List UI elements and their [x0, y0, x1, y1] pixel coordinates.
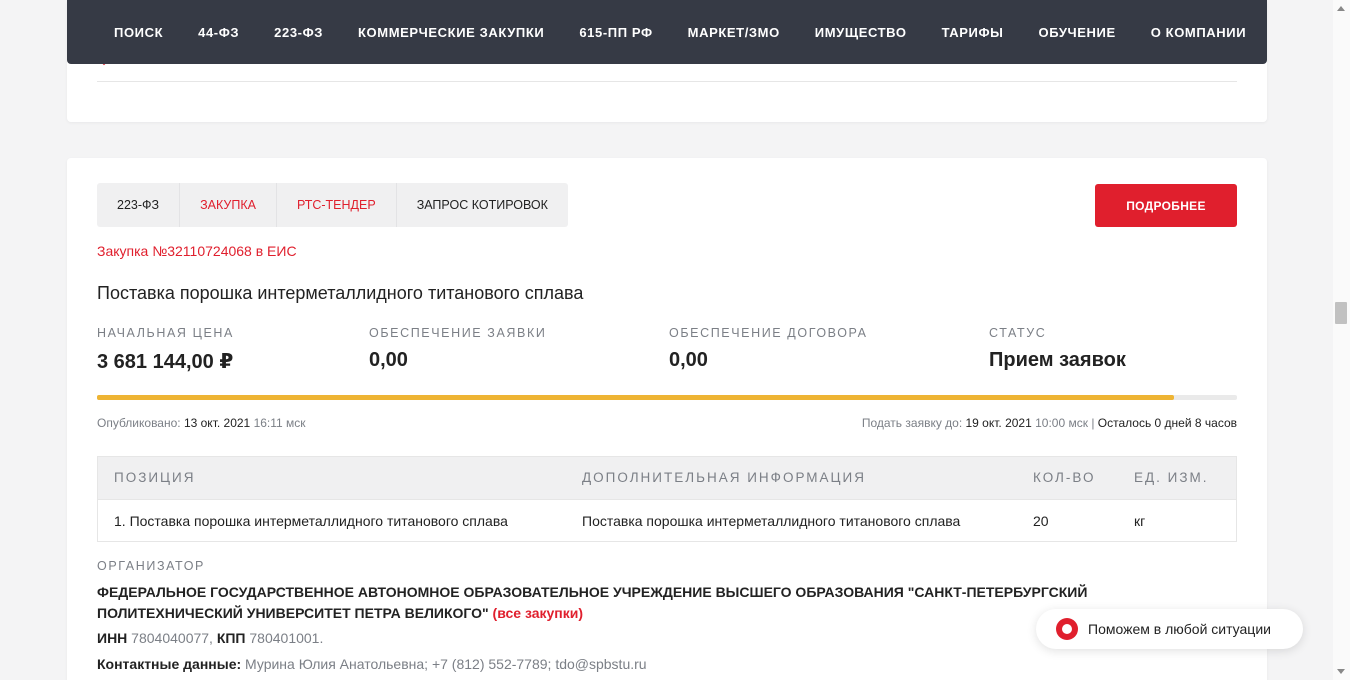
contacts-value: Мурина Юлия Анатольевна; +7 (812) 552-77…	[241, 656, 647, 672]
cell-additional-info: Поставка порошка интерметаллидного титан…	[582, 513, 961, 529]
divider	[97, 81, 1237, 82]
organizer-label: ОРГАНИЗАТОР	[97, 559, 205, 573]
nav-item-training[interactable]: ОБУЧЕНИЕ	[1039, 25, 1116, 40]
kpp-value: 780401001.	[245, 630, 324, 646]
published-time: 16:11 мск	[250, 416, 306, 430]
nav-item-44fz[interactable]: 44-ФЗ	[198, 25, 239, 40]
tag-platform[interactable]: РТС-ТЕНДЕР	[277, 183, 397, 227]
time-remaining: Осталось 0 дней 8 часов	[1097, 416, 1237, 430]
col-additional-info: ДОПОЛНИТЕЛЬНАЯ ИНФОРМАЦИЯ	[582, 470, 866, 485]
metric-label: НАЧАЛЬНАЯ ЦЕНА	[97, 326, 234, 340]
status-value: Прием заявок	[989, 349, 1126, 371]
cell-unit: кг	[1134, 513, 1146, 529]
tender-tags: 223-ФЗ ЗАКУПКА РТС-ТЕНДЕР ЗАПРОС КОТИРОВ…	[97, 183, 568, 227]
metric-value: 0,00	[669, 349, 708, 371]
tag-law[interactable]: 223-ФЗ	[97, 183, 181, 227]
deadline-progress-bar	[97, 395, 1237, 400]
organizer-requisites: ИНН 7804040077, КПП 780401001.	[97, 630, 323, 646]
published-info: Опубликовано: 13 окт. 2021 16:11 мск	[97, 416, 306, 430]
positions-table: ПОЗИЦИЯ ДОПОЛНИТЕЛЬНАЯ ИНФОРМАЦИЯ КОЛ-ВО…	[97, 456, 1237, 542]
inn-label: ИНН	[97, 630, 128, 646]
nav-item-search[interactable]: ПОИСК	[114, 25, 163, 40]
cell-quantity: 20	[1033, 513, 1049, 529]
details-button[interactable]: ПОДРОБНЕЕ	[1095, 184, 1237, 227]
organizer-contacts: Контактные данные: Мурина Юлия Анатольев…	[97, 656, 647, 672]
eis-link[interactable]: Закупка №32110724068 в ЕИС	[97, 243, 297, 259]
metric-value: 0,00	[369, 349, 408, 371]
deadline-label: Подать заявку до:	[861, 416, 966, 430]
tender-title[interactable]: Поставка порошка интерметаллидного титан…	[97, 283, 583, 304]
nav-item-tariffs[interactable]: ТАРИФЫ	[942, 25, 1004, 40]
organizer-name: ФЕДЕРАЛЬНОЕ ГОСУДАРСТВЕННОЕ АВТОНОМНОЕ О…	[97, 582, 1197, 624]
nav-item-property[interactable]: ИМУЩЕСТВО	[815, 25, 907, 40]
deadline-info: Подать заявку до: 19 окт. 2021 10:00 мск…	[862, 416, 1237, 430]
main-navbar: ПОИСК 44-ФЗ 223-ФЗ КОММЕРЧЕСКИЕ ЗАКУПКИ …	[67, 0, 1267, 64]
deadline-date: 19 окт. 2021	[965, 416, 1032, 430]
nav-item-commercial[interactable]: КОММЕРЧЕСКИЕ ЗАКУПКИ	[358, 25, 544, 40]
tag-method[interactable]: ЗАПРОС КОТИРОВОК	[397, 183, 568, 227]
inn-value: 7804040077,	[127, 630, 217, 646]
scroll-down-arrow-icon[interactable]	[1337, 669, 1345, 674]
contacts-label: Контактные данные:	[97, 656, 242, 672]
metric-start-price: НАЧАЛЬНАЯ ЦЕНА 3 681 144,00 ₽	[97, 326, 234, 374]
metric-bid-security: ОБЕСПЕЧЕНИЕ ЗАЯВКИ 0,00	[369, 326, 546, 372]
chat-icon	[1056, 618, 1078, 640]
nav-item-615pp[interactable]: 615-ПП РФ	[579, 25, 652, 40]
deadline-time: 10:00 мск |	[1031, 416, 1098, 430]
nav-item-223fz[interactable]: 223-ФЗ	[274, 25, 323, 40]
metric-label: ОБЕСПЕЧЕНИЕ ДОГОВОРА	[669, 326, 868, 340]
cell-position: 1. Поставка порошка интерметаллидного ти…	[114, 513, 508, 529]
help-chat-widget[interactable]: Поможем в любой ситуации	[1036, 609, 1303, 649]
all-purchases-link[interactable]: (все закупки)	[489, 605, 583, 621]
published-label: Опубликовано:	[97, 416, 184, 430]
metric-label: ОБЕСПЕЧЕНИЕ ЗАЯВКИ	[369, 326, 547, 340]
published-date: 13 окт. 2021	[183, 416, 251, 430]
help-widget-text: Поможем в любой ситуации	[1088, 621, 1271, 637]
col-unit: ЕД. ИЗМ.	[1134, 470, 1209, 485]
metric-status: СТАТУС Прием заявок	[989, 326, 1126, 372]
col-position: ПОЗИЦИЯ	[114, 470, 196, 485]
metric-contract-security: ОБЕСПЕЧЕНИЕ ДОГОВОРА 0,00	[669, 326, 868, 372]
scroll-up-arrow-icon[interactable]	[1337, 6, 1345, 11]
table-header: ПОЗИЦИЯ ДОПОЛНИТЕЛЬНАЯ ИНФОРМАЦИЯ КОЛ-ВО…	[98, 457, 1236, 499]
col-quantity: КОЛ-ВО	[1033, 470, 1096, 485]
nav-item-about[interactable]: О КОМПАНИИ	[1151, 25, 1246, 40]
table-row: 1. Поставка порошка интерметаллидного ти…	[98, 499, 1236, 541]
tender-card: 223-ФЗ ЗАКУПКА РТС-ТЕНДЕР ЗАПРОС КОТИРОВ…	[67, 158, 1267, 680]
progress-fill	[97, 395, 1175, 400]
page-scrollbar[interactable]	[1333, 0, 1350, 680]
tag-type[interactable]: ЗАКУПКА	[180, 183, 277, 227]
kpp-label: КПП	[216, 630, 246, 646]
metric-value: 3 681 144,00 ₽	[97, 351, 234, 373]
organizer-name-text[interactable]: ФЕДЕРАЛЬНОЕ ГОСУДАРСТВЕННОЕ АВТОНОМНОЕ О…	[97, 584, 1087, 621]
nav-item-market[interactable]: МАРКЕТ/ЗМО	[688, 25, 780, 40]
scroll-thumb[interactable]	[1335, 302, 1347, 324]
metric-label: СТАТУС	[989, 326, 1047, 340]
